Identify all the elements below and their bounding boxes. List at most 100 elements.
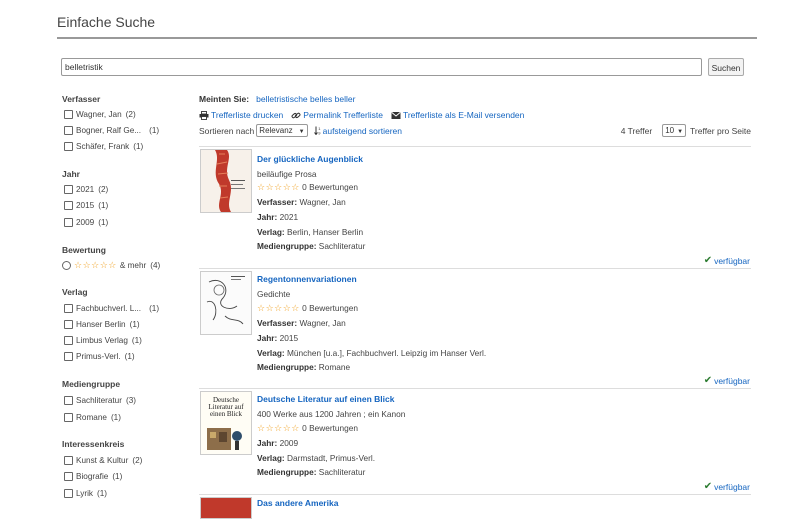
result-media-group: Mediengruppe: Romane [257,362,351,372]
result-rating[interactable]: ☆☆☆☆☆ 0 Bewertungen [257,423,358,434]
suggestion-link[interactable]: belles [310,94,332,104]
facet-item[interactable]: Bogner, Ralf Ge... (1) [64,124,159,136]
facet-item[interactable]: Hanser Berlin (1) [64,318,140,330]
checkbox[interactable] [64,351,73,361]
rating-stars-icon: ☆☆☆☆☆ [257,303,300,313]
checkbox[interactable] [64,395,73,405]
sort-ascending-link[interactable]: 19 aufsteigend sortieren [313,126,402,136]
checkbox[interactable] [64,184,73,194]
checkbox[interactable] [64,303,73,313]
result-rating[interactable]: ☆☆☆☆☆ 0 Bewertungen [257,303,358,314]
facet-heading-jahr: Jahr [62,169,80,179]
suggestion-link[interactable]: beller [335,94,356,104]
facet-heading-verlag: Verlag [62,287,88,297]
facet-item[interactable]: Lyrik (1) [64,487,107,499]
result-year: Jahr: 2009 [257,438,299,448]
hit-count: 4 Treffer [620,125,653,136]
cover-art [201,272,251,334]
result-year: Jahr: 2015 [257,333,299,343]
search-input[interactable]: belletristik [61,58,702,76]
svg-text:9: 9 [318,131,321,135]
facet-heading-interessenkreis: Interessenkreis [62,439,125,449]
result-title-link[interactable]: Regentonnenvariationen [257,274,357,284]
facet-item[interactable]: Romane (1) [64,411,121,423]
checkbox[interactable] [64,455,73,465]
result-publisher: Verlag: München [u.a.], Fachbuchverl. Le… [257,348,487,358]
checkmark-icon: ✔ [703,481,713,492]
print-list-link[interactable]: Trefferliste drucken [199,110,283,120]
title-divider [57,37,757,39]
search-button[interactable]: Suchen [708,58,744,76]
result-media-group: Mediengruppe: Sachliteratur [257,241,366,251]
book-cover-image[interactable] [200,271,252,335]
facet-item[interactable]: Primus-Verl. (1) [64,350,135,362]
facet-item-rating[interactable]: ☆☆☆☆☆ & mehr (4) [62,259,160,271]
result-author: Verfasser: Wagner, Jan [257,318,346,328]
availability-status[interactable]: ✔ verfügbar [704,375,750,386]
result-publisher: Verlag: Berlin, Hanser Berlin [257,227,364,237]
checkbox[interactable] [64,200,73,210]
chevron-down-icon: ▼ [298,129,305,135]
radio-button[interactable] [62,260,71,270]
rating-stars-icon: ☆☆☆☆☆ [74,259,117,270]
checkbox[interactable] [64,488,73,498]
checkbox[interactable] [64,141,73,151]
facet-item[interactable]: Schäfer, Frank (1) [64,140,143,152]
rating-stars-icon: ☆☆☆☆☆ [257,423,300,433]
chevron-down-icon: ▼ [677,129,684,135]
paging-controls: 4 Treffer 10 ▼ Treffer pro Seite [620,124,751,137]
facet-heading-verfasser: Verfasser [62,94,101,104]
availability-status[interactable]: ✔ verfügbar [704,481,750,492]
link-icon [291,112,301,118]
result-rating[interactable]: ☆☆☆☆☆ 0 Bewertungen [257,182,358,193]
page-title: Einfache Suche [57,14,156,30]
result-subtitle: beiläufige Prosa [257,169,317,179]
checkbox[interactable] [64,217,73,227]
did-you-mean: Meinten Sie: belletristische belles bell… [199,94,356,104]
result-title-link[interactable]: Deutsche Literatur auf einen Blick [257,394,394,404]
book-cover-image[interactable] [200,149,252,213]
result-item: Regentonnenvariationen Gedichte ☆☆☆☆☆ 0 … [199,268,751,389]
suggestion-link[interactable]: belletristische [256,94,308,104]
result-title-link[interactable]: Der glückliche Augenblick [257,154,363,164]
facet-item[interactable]: 2021 (2) [64,183,108,195]
checkbox[interactable] [64,319,73,329]
facet-item[interactable]: 2009 (1) [64,216,108,228]
checkbox[interactable] [64,125,73,135]
sort-select[interactable]: Relevanz ▼ [256,124,308,137]
cover-art [201,150,251,212]
result-media-group: Mediengruppe: Sachliteratur [257,467,366,477]
result-item: Deutsche Literatur auf einen Blick Deuts… [199,388,751,495]
book-cover-image[interactable] [200,497,252,519]
facet-item[interactable]: Limbus Verlag (1) [64,334,142,346]
printer-icon [199,110,209,120]
checkbox[interactable] [64,471,73,481]
book-cover-image[interactable]: Deutsche Literatur auf einen Blick [200,391,252,455]
availability-status[interactable]: ✔ verfügbar [704,255,750,266]
permalink-link[interactable]: Permalink Trefferliste [291,110,383,120]
facet-item[interactable]: Fachbuchverl. L... (1) [64,302,159,314]
result-author: Verfasser: Wagner, Jan [257,197,346,207]
result-publisher: Verlag: Darmstadt, Primus-Verl. [257,453,376,463]
checkbox[interactable] [64,412,73,422]
cover-art [207,428,242,450]
checkbox[interactable] [64,335,73,345]
result-subtitle: Gedichte [257,289,291,299]
facet-item[interactable]: Wagner, Jan (2) [64,108,136,120]
result-title-link[interactable]: Das andere Amerika [257,498,338,508]
result-actions: Trefferliste drucken Permalink Trefferli… [199,110,524,120]
rating-stars-icon: ☆☆☆☆☆ [257,182,300,192]
result-item: Der glückliche Augenblick beiläufige Pro… [199,146,751,269]
envelope-icon [391,111,401,119]
checkmark-icon: ✔ [703,255,713,266]
email-list-link[interactable]: Trefferliste als E-Mail versenden [391,110,524,120]
facet-item[interactable]: Biografie (1) [64,470,122,482]
facet-item[interactable]: Sachliteratur (3) [64,394,136,406]
facet-item[interactable]: 2015 (1) [64,199,108,211]
checkbox[interactable] [64,109,73,119]
facet-heading-bewertung: Bewertung [62,245,106,255]
checkmark-icon: ✔ [703,375,713,386]
facet-item[interactable]: Kunst & Kultur (2) [64,454,142,466]
per-page-select[interactable]: 10 ▼ [662,124,687,137]
sort-controls: Sortieren nach Relevanz ▼ 19 aufsteigend … [199,124,402,137]
